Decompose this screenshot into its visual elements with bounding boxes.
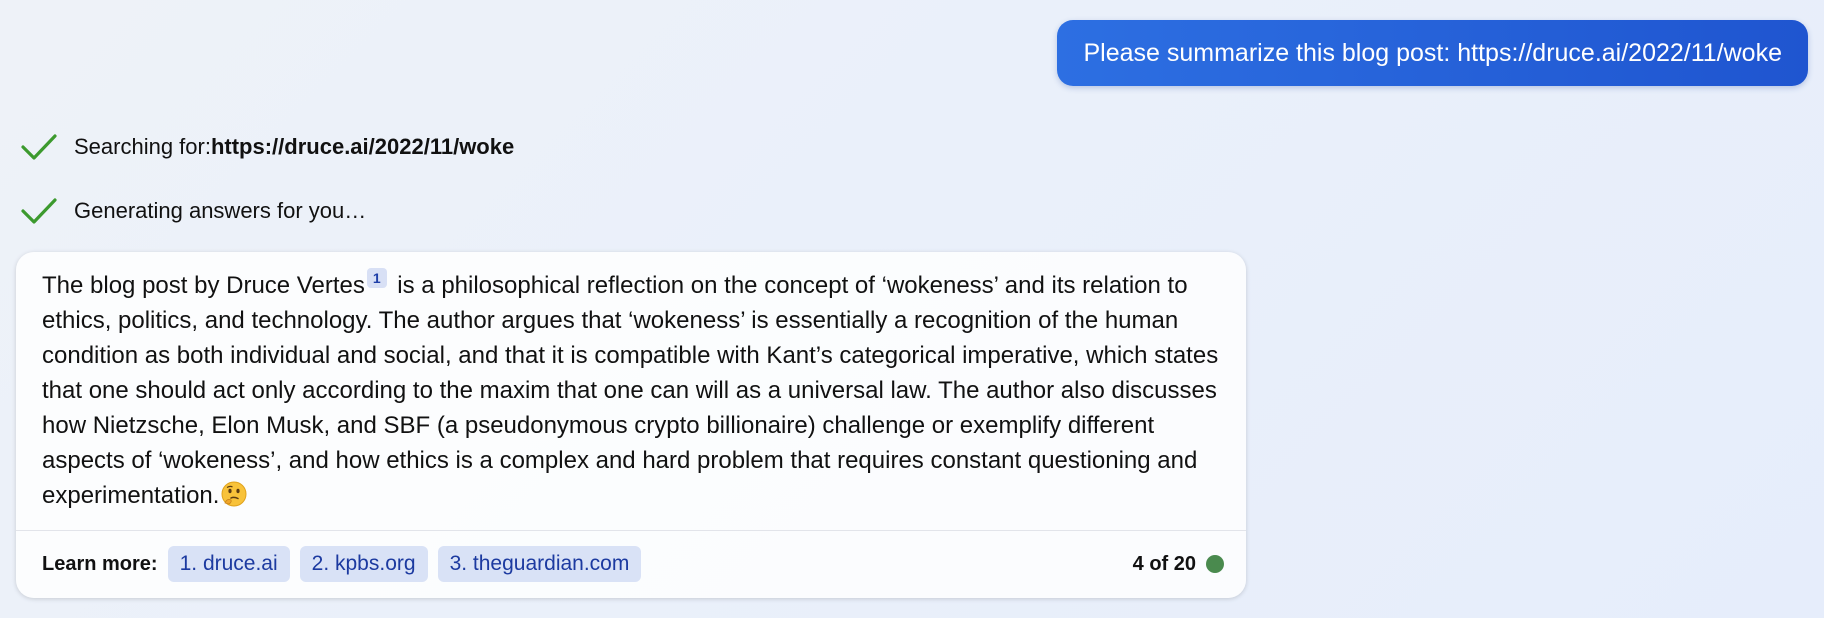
status-generating-text: Generating answers for you… [74,198,367,223]
card-divider [16,530,1246,531]
user-message-bubble: Please summarize this blog post: https:/… [1057,20,1808,86]
checkmark-icon [21,198,57,224]
user-message-text: Please summarize this blog post: https:/… [1083,38,1782,67]
answer-text-body: is a philosophical reflection on the con… [42,272,1219,509]
source-link-kpbs[interactable]: 2. kpbs.org [299,546,428,582]
turn-counter: 4 of 20 [1133,544,1224,584]
status-generating: Generating answers for you… [20,193,366,229]
checkmark-icon [21,134,57,160]
citation-marker[interactable]: 1 [366,268,387,288]
turn-counter-text: 4 of 20 [1132,552,1196,575]
status-searching: Searching for: https://druce.ai/2022/11/… [20,129,514,165]
status-searching-prefix: Searching for: [74,134,211,159]
thinking-face-icon [221,481,247,507]
source-link-guardian[interactable]: 3. theguardian.com [437,546,642,582]
status-dot-icon [1206,555,1224,573]
learn-more-bar: Learn more: 1. druce.ai 2. kpbs.org 3. t… [42,544,651,584]
status-searching-query: https://druce.ai/2022/11/woke [210,134,515,159]
answer-text: The blog post by Druce Vertes 1 is a phil… [42,268,1232,513]
answer-text-lead: The blog post by Druce Vertes [42,272,365,299]
learn-more-label: Learn more: [42,552,158,575]
answer-card: The blog post by Druce Vertes 1 is a phil… [16,252,1246,598]
source-link-druce[interactable]: 1. druce.ai [167,546,290,582]
